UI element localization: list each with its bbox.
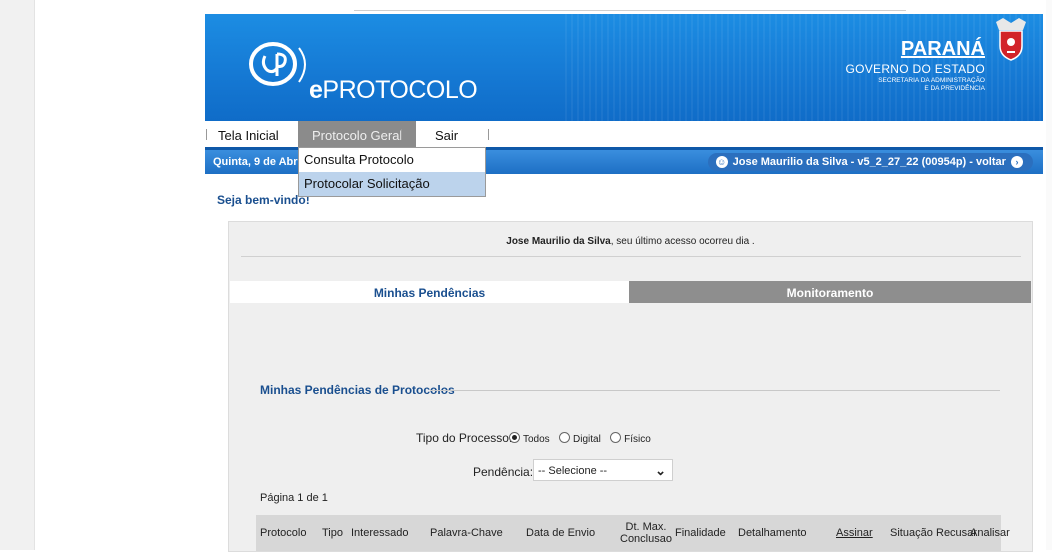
protocolo-geral-dropdown: Consulta Protocolo Protocolar Solicitaçã…: [298, 147, 486, 197]
pagination-info: Página 1 de 1: [260, 492, 328, 504]
pendencias-table-header: Protocolo Tipo Interessado Palavra-Chave…: [256, 515, 1010, 551]
radio-fisico[interactable]: [610, 432, 622, 443]
chevron-down-icon: ⌄: [655, 463, 666, 478]
user-icon: ☺: [715, 156, 728, 169]
menu-tela-inicial[interactable]: Tela Inicial: [218, 121, 279, 147]
user-session-text: Jose Maurilio da Silva - v5_2_27_22 (009…: [732, 156, 1006, 168]
radio-digital-label: Digital: [573, 434, 601, 445]
page: ePROTOCOLO PARANÁ GOVERNO DO ESTADO SECR…: [200, 0, 1045, 552]
col-assinar[interactable]: Assinar: [836, 515, 873, 551]
government-brand: PARANÁ GOVERNO DO ESTADO SECRETARIA DA A…: [845, 38, 985, 92]
col-data-envio: Data de Envio: [526, 527, 596, 539]
divider: [241, 256, 1021, 257]
radio-todos-label: Todos: [523, 434, 550, 445]
last-access-message: Jose Maurilio da Silva, seu último acess…: [506, 236, 755, 247]
government-line: GOVERNO DO ESTADO: [845, 62, 985, 76]
user-session-link[interactable]: ☺ Jose Maurilio da Silva - v5_2_27_22 (0…: [707, 153, 1033, 171]
state-name: PARANÁ: [900, 38, 985, 60]
process-type-label: Tipo do Processo:: [416, 431, 513, 445]
menu-separator: [206, 129, 207, 140]
tab-minhas-pendencias[interactable]: Minhas Pendências: [230, 281, 629, 303]
parana-crest-icon: [996, 18, 1026, 61]
menu-consulta-protocolo[interactable]: Consulta Protocolo: [299, 148, 485, 172]
address-bar-edge: [354, 2, 906, 11]
menu-separator: [401, 129, 402, 140]
radio-fisico-label: Físico: [624, 434, 651, 445]
col-dt-max-conclusao: Dt. Max. Conclusao: [620, 521, 672, 545]
browser-top-strip: [200, 0, 1045, 14]
pendencia-selected-value: -- Selecione --: [538, 465, 608, 477]
col-tipo: Tipo: [322, 527, 343, 539]
process-type-radios: Todos Digital Físico: [503, 431, 651, 445]
dashboard-panel: Jose Maurilio da Silva, seu último acess…: [228, 221, 1033, 552]
col-situacao: Situação: [890, 527, 933, 539]
welcome-text: Seja bem-vindo!: [217, 193, 310, 207]
section-title: Minhas Pendências de Protocolos: [260, 383, 455, 397]
menu-separator: [488, 129, 489, 140]
menu-sair[interactable]: Sair: [435, 121, 458, 147]
section-divider: [430, 390, 1000, 391]
scrollbar[interactable]: [1046, 0, 1052, 550]
secretariat-line-1: SECRETARIA DA ADMINISTRAÇÃO: [878, 77, 985, 84]
col-protocolo: Protocolo: [260, 527, 307, 539]
main-menu: Tela Inicial Protocolo Geral Sair: [205, 121, 1043, 148]
tab-monitoramento[interactable]: Monitoramento: [629, 281, 1031, 303]
col-finalidade: Finalidade: [675, 527, 726, 539]
tab-content: Minhas Pendências de Protocolos Tipo do …: [230, 303, 1031, 551]
col-interessado: Interessado: [351, 527, 409, 539]
header-banner: ePROTOCOLO PARANÁ GOVERNO DO ESTADO SECR…: [205, 14, 1043, 121]
current-date: Quinta, 9 de Abril: [213, 156, 304, 168]
pendencia-select[interactable]: -- Selecione -- ⌄: [533, 459, 673, 481]
col-detalhamento: Detalhamento: [738, 527, 807, 539]
secretariat-line-2: E DA PREVIDÊNCIA: [924, 85, 985, 92]
radio-digital[interactable]: [559, 432, 571, 443]
col-analisar: Analisar: [970, 527, 1010, 539]
left-gutter: [0, 0, 35, 550]
radio-todos[interactable]: [509, 432, 520, 443]
back-arrow-icon: ›: [1011, 156, 1023, 169]
pendencia-label: Pendência:: [473, 465, 534, 479]
brand-name: ePROTOCOLO: [309, 76, 478, 104]
col-palavra-chave: Palavra-Chave: [430, 527, 503, 539]
menu-protocolar-solicitacao[interactable]: Protocolar Solicitação: [299, 172, 485, 196]
menu-protocolo-geral[interactable]: Protocolo Geral: [298, 121, 417, 147]
